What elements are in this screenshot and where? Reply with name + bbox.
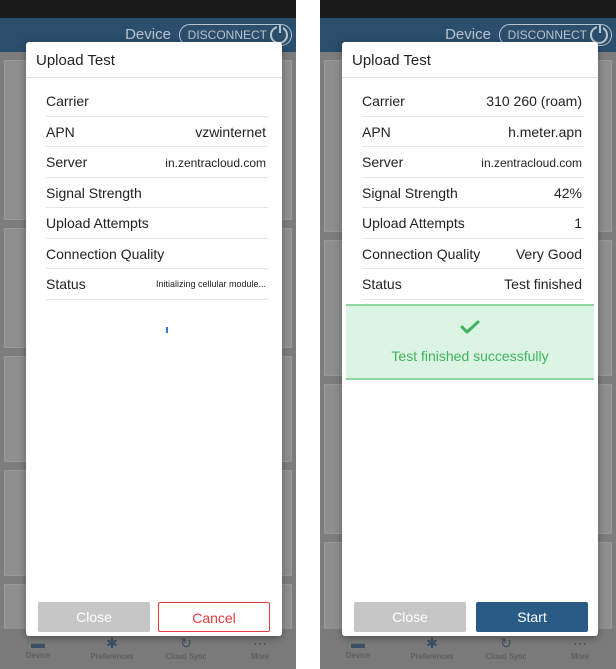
success-message-box: Test finished successfully <box>346 304 594 380</box>
phone-screen-right: Device DISCONNECT ▬ Device ✱ Preferences ↻… <box>320 0 616 669</box>
nav-device-label: Device <box>345 651 371 660</box>
row-value: 42% <box>553 184 582 201</box>
success-text: Test finished successfully <box>391 348 549 364</box>
nav-preferences-label: Preferences <box>90 652 134 661</box>
status-bar <box>0 0 296 18</box>
nav-device[interactable]: ▬ Device <box>328 635 388 660</box>
row-label: Signal Strength <box>46 184 142 201</box>
disconnect-label: DISCONNECT <box>507 28 587 42</box>
row-value: Test finished <box>504 276 582 292</box>
row-value: Initializing cellular module... <box>155 279 266 289</box>
row-label: Connection Quality <box>46 245 165 262</box>
nav-more-label: More <box>570 652 590 661</box>
disconnect-label: DISCONNECT <box>187 28 267 42</box>
row-label: Carrier <box>46 93 89 109</box>
row-label: APN <box>46 123 75 140</box>
loading-spinner <box>166 327 168 333</box>
check-icon <box>460 320 480 334</box>
row-server: Server in.zentracloud.com <box>362 147 584 178</box>
dialog-title: Upload Test <box>26 42 282 78</box>
more-icon: ⋯ <box>573 635 587 651</box>
row-label: Server <box>46 154 88 170</box>
row-signal-strength: Signal Strength <box>46 178 268 208</box>
nav-preferences[interactable]: ✱ Preferences <box>402 635 462 661</box>
nav-more[interactable]: ⋯ More <box>550 635 610 661</box>
row-status: Status Test finished <box>362 269 584 300</box>
row-label: Upload Attempts <box>362 215 465 231</box>
device-icon: ▬ <box>351 635 365 651</box>
row-label: Server <box>362 154 404 170</box>
nav-device[interactable]: ▬ Device <box>8 635 68 660</box>
info-rows: Carrier 310 260 (roam) APN h.meter.apn Ser… <box>362 86 584 300</box>
row-label: Connection Quality <box>362 245 481 262</box>
sync-icon: ↻ <box>500 635 512 651</box>
row-value: Very Good <box>515 245 582 262</box>
dialog-title: Upload Test <box>342 42 598 78</box>
row-connection-quality: Connection Quality Very Good <box>362 239 584 269</box>
cancel-button[interactable]: Cancel <box>158 602 270 632</box>
row-carrier: Carrier 310 260 (roam) <box>362 86 584 117</box>
row-signal-strength: Signal Strength 42% <box>362 178 584 208</box>
nav-more-label: More <box>250 652 270 661</box>
row-label: APN <box>362 123 391 140</box>
row-value: in.zentracloud.com <box>165 156 266 170</box>
nav-cloud-sync-label: Cloud Sync <box>485 652 527 661</box>
gear-icon: ✱ <box>426 635 438 651</box>
row-value: 1 <box>574 215 582 231</box>
more-icon: ⋯ <box>253 635 267 651</box>
nav-cloud-sync-label: Cloud Sync <box>165 652 207 661</box>
nav-preferences[interactable]: ✱ Preferences <box>82 635 142 661</box>
row-value: in.zentracloud.com <box>481 156 582 170</box>
close-button[interactable]: Close <box>38 602 150 632</box>
row-label: Status <box>46 276 86 292</box>
upload-test-dialog: Upload Test Carrier 310 260 (roam) APN h.m… <box>342 42 598 636</box>
row-status: Status Initializing cellular module... <box>46 269 268 300</box>
row-label: Carrier <box>362 93 405 109</box>
row-label: Signal Strength <box>362 184 458 201</box>
row-upload-attempts: Upload Attempts 1 <box>362 208 584 239</box>
phone-screen-left: Device DISCONNECT ▬ Device ✱ Preferences ↻… <box>0 0 296 669</box>
row-apn: APN vzwinternet <box>46 117 268 147</box>
info-rows: Carrier APN vzwinternet Server in.zentracl… <box>46 86 268 300</box>
row-connection-quality: Connection Quality <box>46 239 268 269</box>
row-carrier: Carrier <box>46 86 268 117</box>
upload-test-dialog: Upload Test Carrier APN vzwinternet Serve… <box>26 42 282 636</box>
gear-icon: ✱ <box>106 635 118 651</box>
row-upload-attempts: Upload Attempts <box>46 208 268 239</box>
nav-cloud-sync[interactable]: ↻ Cloud Sync <box>476 635 536 661</box>
row-apn: APN h.meter.apn <box>362 117 584 147</box>
row-label: Status <box>362 276 402 292</box>
nav-device-label: Device <box>25 651 51 660</box>
row-label: Upload Attempts <box>46 215 149 231</box>
close-button[interactable]: Close <box>354 602 466 632</box>
row-value: h.meter.apn <box>508 123 582 140</box>
row-value: 310 260 (roam) <box>486 93 582 109</box>
nav-cloud-sync[interactable]: ↻ Cloud Sync <box>156 635 216 661</box>
row-server: Server in.zentracloud.com <box>46 147 268 178</box>
status-bar <box>320 0 616 18</box>
nav-more[interactable]: ⋯ More <box>230 635 290 661</box>
start-button[interactable]: Start <box>476 602 588 632</box>
sync-icon: ↻ <box>180 635 192 651</box>
row-value: vzwinternet <box>195 123 266 140</box>
nav-preferences-label: Preferences <box>410 652 454 661</box>
device-icon: ▬ <box>31 635 45 651</box>
